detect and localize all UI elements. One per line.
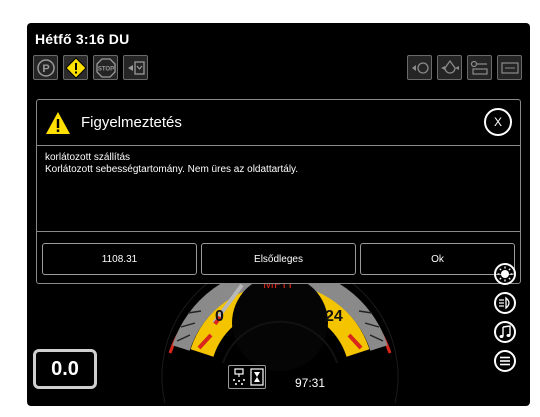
gauge-min-label: 0: [215, 308, 224, 325]
display-screen: MPH 0 24 Hétfő 3:16 DU P STOP: [27, 23, 530, 406]
side-controls: [494, 263, 516, 372]
elapsed-time: 97:31: [295, 376, 326, 390]
code-button[interactable]: 1108.31: [42, 243, 197, 275]
sprayer-timer-icon[interactable]: [228, 365, 266, 389]
dialog-button-row: 1108.31 Elsődleges Ok: [42, 243, 515, 275]
warning-dialog: Figyelmeztetés X korlátozott szállítás K…: [36, 99, 521, 284]
dialog-header: Figyelmeztetés X: [37, 100, 520, 146]
status-icons-right: [407, 55, 522, 80]
ok-button[interactable]: Ok: [360, 243, 515, 275]
close-button[interactable]: X: [484, 108, 512, 136]
status-datetime: Hétfő 3:16 DU: [35, 31, 130, 47]
key-icon[interactable]: [467, 55, 492, 80]
stop-icon[interactable]: STOP: [93, 55, 118, 80]
warning-triangle-icon: [45, 111, 71, 135]
dialog-title: Figyelmeztetés: [81, 114, 182, 131]
svg-text:STOP: STOP: [97, 66, 113, 72]
engine-icon[interactable]: [407, 55, 432, 80]
message-line-1: korlátozott szállítás: [45, 152, 131, 163]
brightness-icon[interactable]: [494, 263, 516, 285]
warning-icon[interactable]: [63, 55, 88, 80]
headlight-icon[interactable]: [494, 292, 516, 314]
message-line-2: Korlátozott sebességtartomány. Nem üres …: [45, 164, 299, 175]
status-icons-left: P STOP: [33, 55, 148, 80]
parking-icon[interactable]: P: [33, 55, 58, 80]
dialog-message: korlátozott szállítás Korlátozott sebess…: [37, 146, 520, 232]
svg-text:P: P: [42, 63, 49, 75]
brake-icon[interactable]: [123, 55, 148, 80]
gauge-max-label: 24: [325, 308, 343, 325]
primary-button[interactable]: Elsődleges: [201, 243, 356, 275]
oil-icon[interactable]: [437, 55, 462, 80]
music-icon[interactable]: [494, 321, 516, 343]
close-icon: X: [493, 115, 502, 129]
speed-readout: 0.0: [33, 349, 97, 389]
menu-icon[interactable]: [494, 350, 516, 372]
battery-icon[interactable]: [497, 55, 522, 80]
